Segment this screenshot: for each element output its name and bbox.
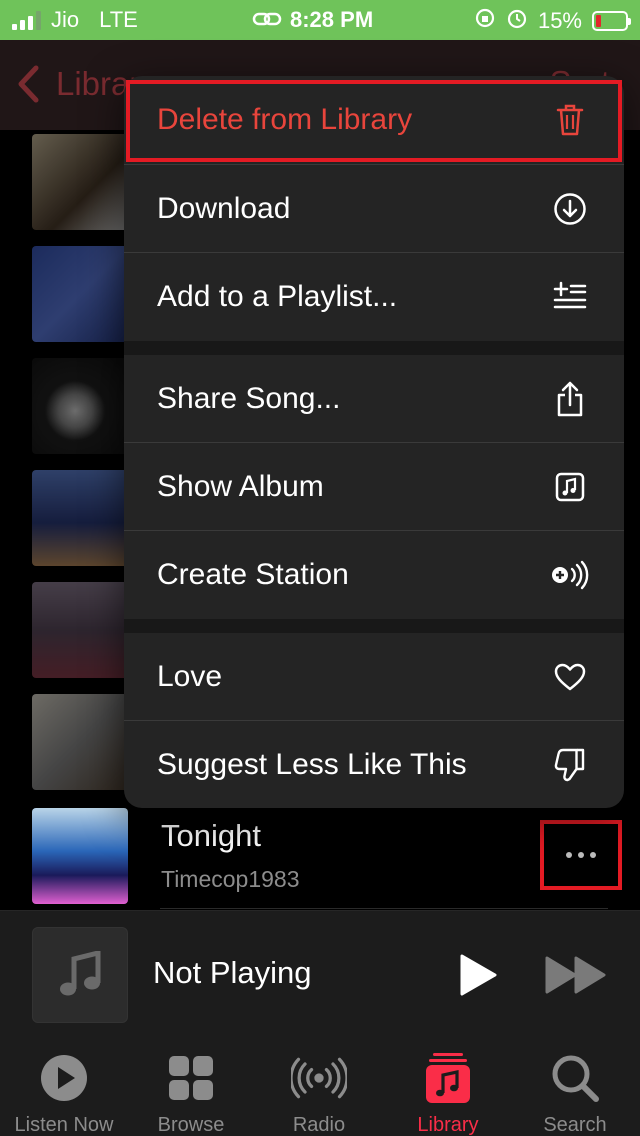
battery-icon	[592, 11, 631, 31]
library-icon	[420, 1050, 476, 1106]
menu-group-gap	[124, 619, 624, 633]
signal-icon	[12, 10, 41, 30]
status-bar: Jio LTE 8:28 PM 15%	[0, 0, 640, 40]
chevron-left-icon	[18, 65, 39, 103]
menu-item-label: Suggest Less Like This	[157, 748, 467, 781]
mini-player-title: Not Playing	[153, 955, 312, 990]
menu-item-label: Share Song...	[157, 382, 341, 415]
play-icon	[460, 954, 497, 996]
link-icon	[252, 9, 282, 35]
menu-item-label: Add to a Playlist...	[157, 280, 398, 313]
music-note-icon	[60, 951, 101, 996]
carrier-label: Jio	[51, 7, 80, 32]
album-art[interactable]	[32, 808, 128, 904]
heart-icon	[550, 657, 590, 697]
play-circle-icon	[36, 1050, 92, 1106]
station-icon	[550, 555, 590, 595]
status-time: 8:28 PM	[290, 7, 374, 32]
mini-player[interactable]: Not Playing	[0, 910, 640, 1038]
battery-percent: 15%	[537, 8, 582, 33]
ellipsis-icon	[566, 852, 572, 858]
menu-item-download[interactable]: Download	[124, 165, 624, 253]
more-options-button[interactable]	[540, 820, 622, 890]
menu-item-label: Download	[157, 192, 291, 225]
menu-item-label: Create Station	[157, 558, 349, 591]
thumbs-down-icon	[550, 745, 590, 785]
tab-browse[interactable]: Browse	[127, 1050, 255, 1136]
tab-label: Search	[543, 1114, 607, 1136]
share-icon	[550, 379, 590, 419]
tab-bar: Listen Now Browse Radio Library Search	[0, 1038, 640, 1136]
play-button[interactable]	[458, 953, 498, 1002]
menu-item-love[interactable]: Love	[124, 633, 624, 721]
radio-icon	[291, 1050, 347, 1106]
download-icon	[550, 189, 590, 229]
mini-player-artwork	[32, 927, 128, 1023]
menu-item-label: Show Album	[157, 470, 324, 503]
album-art[interactable]	[32, 582, 128, 678]
tab-listen-now[interactable]: Listen Now	[0, 1050, 128, 1136]
menu-item-create-station[interactable]: Create Station	[124, 531, 624, 619]
rotation-lock-icon	[474, 7, 496, 35]
album-art[interactable]	[32, 470, 128, 566]
tab-search[interactable]: Search	[511, 1050, 639, 1136]
alarm-icon	[506, 7, 528, 35]
song-artist: Timecop1983	[161, 866, 300, 892]
tab-label: Library	[417, 1114, 479, 1136]
menu-item-share-song[interactable]: Share Song...	[124, 355, 624, 443]
album-icon	[550, 467, 590, 507]
network-label: LTE	[99, 7, 138, 32]
row-divider	[160, 908, 608, 909]
tab-radio[interactable]: Radio	[255, 1050, 383, 1136]
tab-label: Listen Now	[14, 1114, 114, 1136]
fast-forward-button[interactable]	[544, 955, 608, 1000]
menu-group-gap	[124, 341, 624, 355]
menu-item-suggest-less[interactable]: Suggest Less Like This	[124, 721, 624, 808]
album-art[interactable]	[32, 134, 128, 230]
grid-icon	[163, 1050, 219, 1106]
context-menu: Delete from Library Download Add to a Pl…	[124, 76, 624, 808]
menu-item-label: Love	[157, 660, 223, 693]
album-art[interactable]	[32, 694, 128, 790]
menu-item-add-to-playlist[interactable]: Add to a Playlist...	[124, 253, 624, 341]
fast-forward-icon	[545, 956, 606, 994]
delete-highlight-box	[126, 80, 622, 162]
tab-library[interactable]: Library	[384, 1050, 512, 1136]
menu-item-show-album[interactable]: Show Album	[124, 443, 624, 531]
album-art[interactable]	[32, 246, 128, 342]
tab-label: Browse	[157, 1114, 225, 1136]
album-art[interactable]	[32, 358, 128, 454]
add-to-playlist-icon	[550, 277, 590, 317]
song-title: Tonight	[161, 818, 261, 853]
search-icon	[547, 1050, 603, 1106]
tab-label: Radio	[292, 1114, 346, 1136]
